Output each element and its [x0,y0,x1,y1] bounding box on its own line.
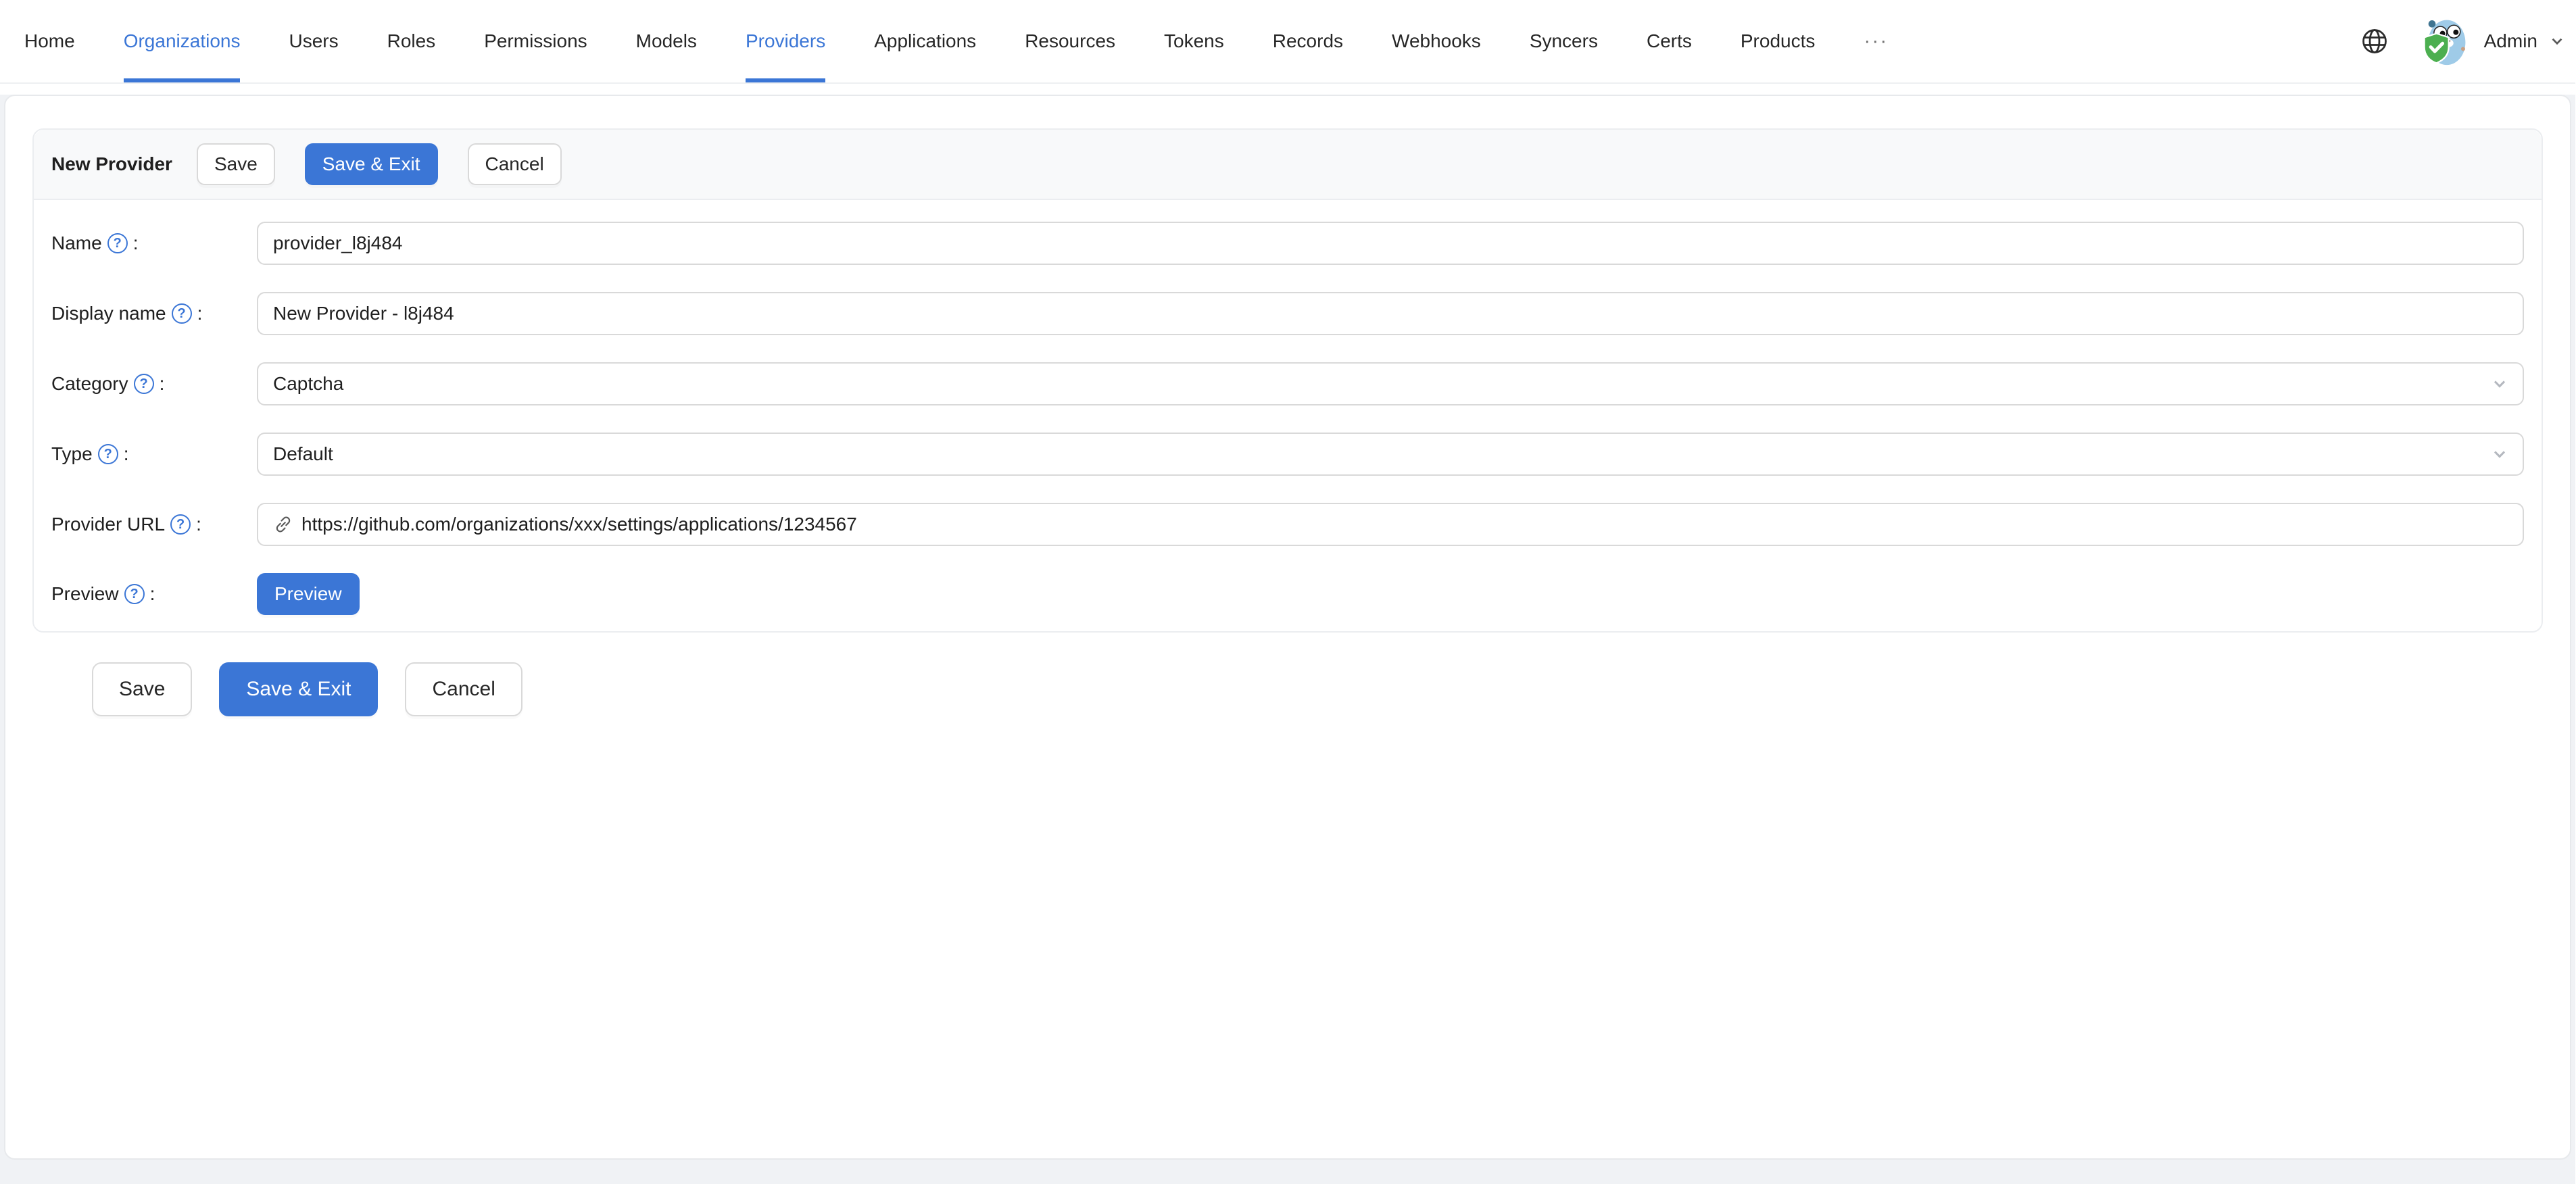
nav-item-label: Permissions [484,30,587,51]
header-actions: Save Save & Exit Cancel [196,143,562,185]
nav-item-label: Organizations [123,30,241,51]
nav-item-label: Tokens [1164,30,1224,51]
nav-overflow-button[interactable]: ··· [1839,0,1912,82]
nav-item-label: Users [289,30,339,51]
save-button[interactable]: Save [196,143,275,185]
nav-item-roles[interactable]: Roles [363,0,460,82]
provider-url-label: Provider URL ? : [51,514,201,535]
main-menu: Home Organizations Users Roles Permissio… [0,0,1912,82]
nav-item-label: Records [1272,30,1344,51]
provider-url-input[interactable] [301,504,2508,545]
page-content: New Provider Save Save & Exit Cancel Nam… [0,95,2575,1184]
name-input[interactable] [257,222,2524,265]
nav-item-products[interactable]: Products [1716,0,1840,82]
nav-item-certs[interactable]: Certs [1622,0,1716,82]
nav-item-label: Home [24,30,75,51]
category-select[interactable]: Captcha [257,362,2524,405]
form-row-category: Category ? : Captcha [51,362,2524,405]
nav-item-resources[interactable]: Resources [1000,0,1140,82]
form-row-provider-url: Provider URL ? : [51,503,2524,546]
globe-icon [2362,29,2387,53]
ellipsis-icon: ··· [1864,30,1889,52]
nav-item-permissions[interactable]: Permissions [460,0,611,82]
nav-item-organizations[interactable]: Organizations [99,0,265,82]
help-icon[interactable]: ? [124,584,145,604]
link-icon [273,514,293,535]
provider-edit-page: { "nav": { "items": [ {"label": "Home", … [0,0,2575,1184]
top-navigation: Home Organizations Users Roles Permissio… [0,0,2575,84]
nav-item-records[interactable]: Records [1248,0,1367,82]
nav-item-label: Products [1740,30,1816,51]
nav-item-label: Providers [745,30,826,51]
chevron-down-icon [2492,446,2508,462]
nav-item-syncers[interactable]: Syncers [1505,0,1622,82]
nav-item-models[interactable]: Models [612,0,721,82]
nav-item-providers[interactable]: Providers [721,0,850,82]
card-header: New Provider Save Save & Exit Cancel [34,130,2542,200]
help-icon[interactable]: ? [133,374,154,394]
preview-label: Preview ? : [51,583,155,604]
new-provider-card: New Provider Save Save & Exit Cancel Nam… [32,128,2543,633]
provider-form: Name ? : Display name ? : [34,200,2542,631]
chevron-down-icon [2492,376,2508,392]
provider-edit-panel: New Provider Save Save & Exit Cancel Nam… [4,95,2571,1160]
footer-actions: Save Save & Exit Cancel [92,662,2543,716]
save-and-exit-button[interactable]: Save & Exit [304,143,438,185]
form-row-type: Type ? : Default [51,433,2524,476]
nav-item-webhooks[interactable]: Webhooks [1367,0,1505,82]
form-row-preview: Preview ? : Preview [51,573,2524,615]
user-name: Admin [2483,30,2537,51]
cancel-button[interactable]: Cancel [405,662,523,716]
nav-item-applications[interactable]: Applications [850,0,1000,82]
page-title: New Provider [51,153,172,174]
nav-right-tools: Admin [2360,0,2575,82]
cancel-button[interactable]: Cancel [467,143,562,185]
chevron-down-icon [2550,34,2565,49]
preview-button[interactable]: Preview [257,573,360,615]
type-label: Type ? : [51,443,129,464]
nav-item-label: Certs [1646,30,1692,51]
account-menu[interactable]: Admin [2419,16,2565,67]
avatar [2419,16,2471,67]
nav-item-label: Models [635,30,697,51]
help-icon[interactable]: ? [107,233,128,253]
nav-item-label: Syncers [1529,30,1598,51]
type-select[interactable]: Default [257,433,2524,476]
help-icon[interactable]: ? [171,303,192,324]
display-name-input[interactable] [257,292,2524,335]
nav-item-label: Applications [874,30,977,51]
nav-item-home[interactable]: Home [0,0,99,82]
help-icon[interactable]: ? [170,514,191,535]
nav-item-label: Webhooks [1392,30,1481,51]
form-row-display-name: Display name ? : [51,292,2524,335]
save-button[interactable]: Save [92,662,193,716]
nav-item-users[interactable]: Users [264,0,362,82]
nav-item-label: Resources [1025,30,1116,51]
language-button[interactable] [2360,26,2389,56]
nav-item-label: Roles [387,30,436,51]
form-row-name: Name ? : [51,222,2524,265]
help-icon[interactable]: ? [97,444,118,464]
category-label: Category ? : [51,373,165,394]
nav-item-tokens[interactable]: Tokens [1140,0,1248,82]
provider-url-field [257,503,2524,546]
display-name-label: Display name ? : [51,303,203,324]
save-and-exit-button[interactable]: Save & Exit [219,662,379,716]
name-label: Name ? : [51,232,139,253]
